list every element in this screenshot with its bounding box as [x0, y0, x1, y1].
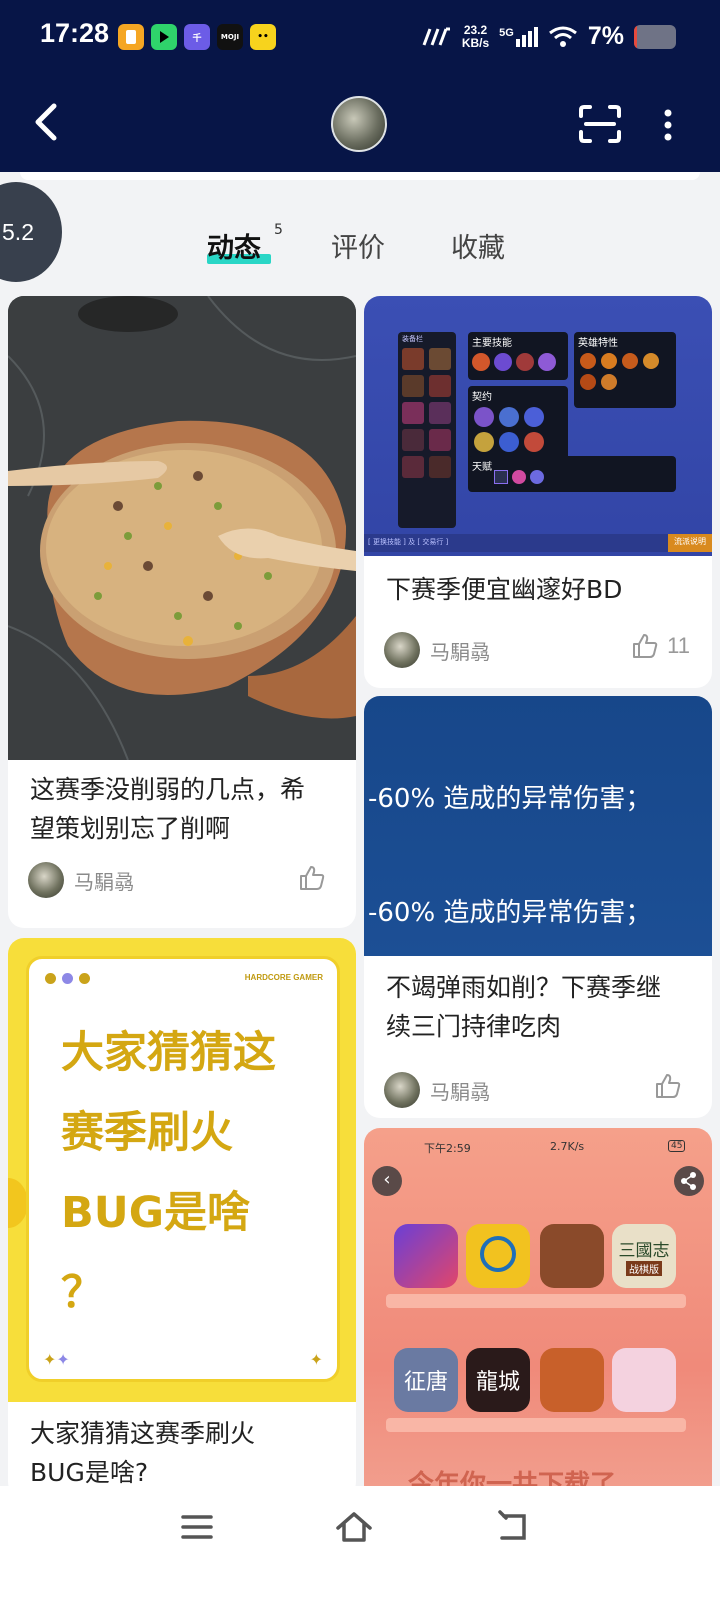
author-avatar	[28, 862, 64, 898]
app-icon	[466, 1224, 530, 1288]
thumbs-up-icon	[300, 866, 325, 890]
chat-icon: ••	[250, 24, 276, 50]
nfc-icon	[422, 27, 450, 46]
post-card-fried-rice[interactable]: 这赛季没削弱的几点，希 望策划别忘了削啊 马駽骉	[8, 296, 356, 928]
post-author[interactable]: 马駽骉	[384, 1072, 490, 1108]
sparkle-icon: ✦✦	[43, 1350, 70, 1369]
fried-rice-illustration	[8, 296, 356, 761]
back-arrow-icon[interactable]	[28, 100, 68, 144]
post-card-downloads[interactable]: 下午2:59 2.7K/s 45 ‹ 三國志 战棋版 征唐 龍城 今年你一共下载…	[364, 1128, 712, 1528]
panel-footer: [ 更换技能 ] 及 [ 交易行 ] 流派说明	[364, 534, 712, 552]
post-author[interactable]: 马駽骉	[28, 862, 134, 898]
memo-icon	[118, 24, 144, 50]
battery-level	[634, 24, 637, 49]
app-icon	[540, 1348, 604, 1412]
sparkle-icon: ✦	[309, 1350, 323, 1369]
post-card-build[interactable]: 装备栏 主要技能 英雄特性 契约 天赋 [更换技能] 及 [交易行] 流…	[364, 296, 712, 688]
shelf	[386, 1418, 686, 1432]
app-icon: 征唐	[394, 1348, 458, 1412]
status-app-icons: 千 MOJI ••	[118, 24, 276, 50]
tab-bar: 动态 5 评价 收藏	[0, 222, 720, 276]
header-card-edge	[20, 172, 700, 180]
like-button[interactable]: 11	[631, 632, 690, 660]
like-count: 11	[667, 633, 690, 658]
banner-text-2: -60% 造成的异常伤害；	[368, 898, 652, 928]
banner-text-1: -60% 造成的异常伤害；	[368, 784, 652, 814]
app-icon: 龍城	[466, 1348, 530, 1412]
post-image-build: 装备栏 主要技能 英雄特性 契约 天赋 [更换技能] 及 [交易行] 流…	[364, 296, 712, 556]
poster-frame: HARDCORE GAMER 大家猜猜这 赛季刷火 BUG是啥 ？ ✦✦ ✦	[26, 956, 340, 1382]
more-vertical-icon[interactable]	[660, 108, 676, 142]
author-avatar	[384, 632, 420, 668]
post-image-fried-rice	[8, 296, 356, 761]
net-speed: 23.2 KB/s	[461, 22, 490, 50]
moji-icon: MOJI	[217, 24, 243, 50]
app-screen: 17:28 千 MOJI •• 23.2 KB/s 5G 7% 5.2 动态 5…	[0, 0, 720, 1600]
home-icon[interactable]	[334, 1508, 374, 1544]
like-button[interactable]	[298, 864, 334, 892]
status-time: 17:28	[40, 18, 110, 48]
app-icon	[612, 1348, 676, 1412]
post-title[interactable]: 大家猜猜这赛季刷火 BUG是啥?	[30, 1414, 255, 1492]
status-right: 23.2 KB/s 5G 7%	[422, 22, 676, 51]
shelf	[386, 1294, 686, 1308]
menu-icon[interactable]	[180, 1512, 214, 1542]
post-card-bullet-rain[interactable]: -60% 造成的异常伤害； -60% 造成的异常伤害； 不竭弹雨如削？下赛季继续…	[364, 696, 712, 1118]
equipment-panel: 装备栏	[398, 332, 456, 528]
tab-favorites[interactable]: 收藏	[451, 226, 505, 265]
signal-icon: 5G	[499, 26, 538, 47]
post-author[interactable]: 马駽骉	[384, 632, 490, 668]
poster-brand: HARDCORE GAMER	[244, 973, 323, 982]
post-title[interactable]: 不竭弹雨如削？下赛季继 续三门持律吃肉	[386, 968, 661, 1046]
play-icon	[151, 24, 177, 50]
tab-activity-count: 5	[274, 222, 283, 238]
post-image-banner: -60% 造成的异常伤害； -60% 造成的异常伤害；	[364, 696, 712, 956]
app-icon	[394, 1224, 458, 1288]
contract-panel: 契约	[468, 386, 568, 464]
qianfan-icon: 千	[184, 24, 210, 50]
author-avatar	[384, 1072, 420, 1108]
app-icon: 三國志 战棋版	[612, 1224, 676, 1288]
share-icon	[674, 1166, 704, 1196]
thumbs-up-icon	[633, 634, 658, 658]
post-title[interactable]: 这赛季没削弱的几点，希 望策划别忘了削啊	[30, 770, 305, 848]
scan-icon[interactable]	[578, 104, 622, 144]
battery-icon	[634, 24, 676, 49]
battery-percent: 7%	[587, 22, 624, 50]
like-button[interactable]	[654, 1072, 690, 1100]
app-icon	[540, 1224, 604, 1288]
avatar[interactable]	[331, 96, 387, 152]
talent-panel: 天赋	[468, 456, 676, 492]
post-card-bug-poster[interactable]: HARDCORE GAMER 大家猜猜这 赛季刷火 BUG是啥 ？ ✦✦ ✦ 大…	[8, 938, 356, 1498]
tab-reviews[interactable]: 评价	[331, 226, 385, 265]
post-title[interactable]: 下赛季便宜幽邃好BD	[386, 570, 622, 609]
hero-traits-panel: 英雄特性	[574, 332, 676, 408]
return-icon[interactable]	[496, 1510, 532, 1544]
post-image-poster: HARDCORE GAMER 大家猜猜这 赛季刷火 BUG是啥 ？ ✦✦ ✦	[8, 938, 356, 1402]
top-bar: 17:28 千 MOJI •• 23.2 KB/s 5G 7%	[0, 0, 720, 172]
thumbs-up-icon	[656, 1074, 681, 1098]
tab-activity[interactable]: 动态	[207, 226, 261, 265]
skills-panel: 主要技能	[468, 332, 568, 380]
poster-dots	[45, 973, 90, 984]
poster-text: 大家猜猜这 赛季刷火 BUG是啥 ？	[61, 1028, 276, 1318]
decor-blob	[8, 1178, 28, 1228]
post-image-app-grid: 下午2:59 2.7K/s 45 ‹ 三國志 战棋版 征唐 龍城 今年你一共下载…	[364, 1128, 712, 1528]
wifi-icon	[548, 26, 577, 47]
back-circle-icon: ‹	[372, 1166, 402, 1196]
system-nav-bar	[0, 1486, 720, 1600]
